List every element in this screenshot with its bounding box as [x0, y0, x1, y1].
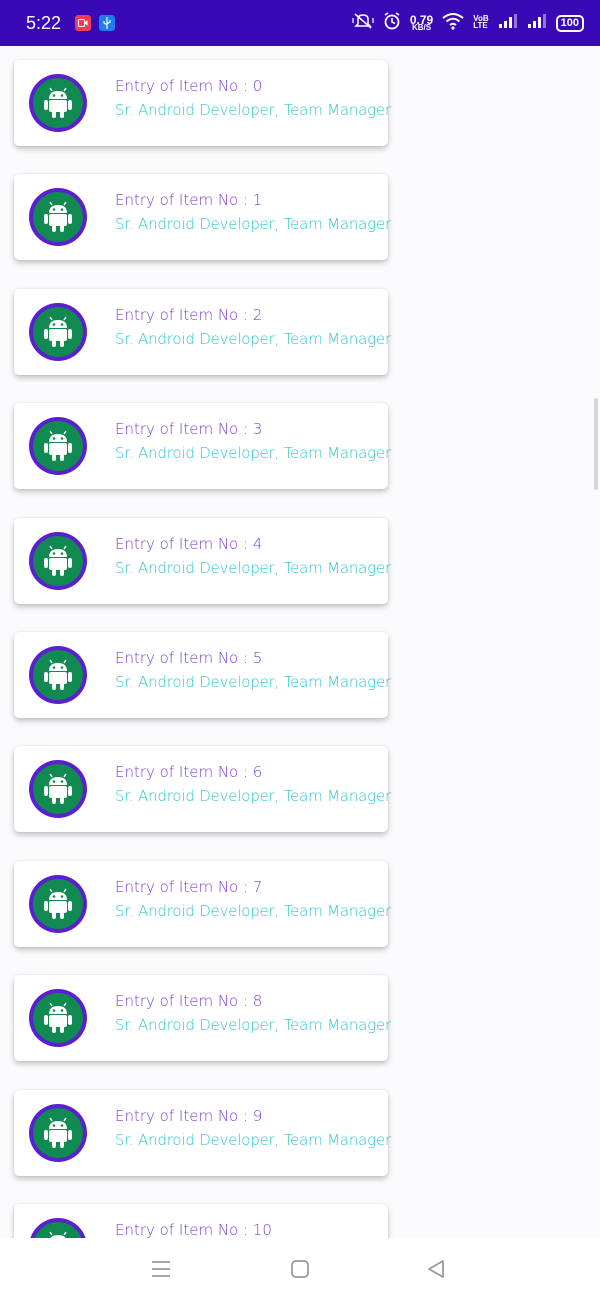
avatar [29, 531, 87, 590]
item-title: Entry of Item No : 0 [115, 77, 263, 95]
usb-icon [99, 15, 116, 31]
android-robot-icon [44, 1117, 72, 1148]
status-bar: 5:22 0.79 KB/S VoB LTE 100 [0, 0, 600, 46]
list-item-card-4[interactable]: Entry of Item No : 4 Sr. Android Develop… [14, 517, 391, 604]
back-triangle-icon [428, 1260, 444, 1278]
item-title: Entry of Item No : 5 [115, 649, 263, 667]
item-subtitle: Sr. Android Developer, Team Manager [115, 215, 391, 234]
signal-icon-sim2 [527, 13, 547, 33]
avatar [29, 302, 87, 361]
volte-bottom: LTE [473, 21, 488, 30]
android-robot-icon [44, 430, 72, 462]
list-item-card-7[interactable]: Entry of Item No : 7 Sr. Android Develop… [14, 860, 391, 947]
avatar [29, 74, 87, 132]
item-title: Entry of Item No : 1 [115, 191, 263, 210]
home-square-icon [291, 1260, 309, 1278]
android-robot-icon [44, 1002, 72, 1034]
item-subtitle: Sr. Android Developer, Team Manager [115, 1130, 391, 1149]
menu-icon [152, 1261, 170, 1277]
android-robot-icon [44, 202, 72, 233]
avatar [29, 989, 87, 1048]
list-item-card-6[interactable]: Entry of Item No : 6 Sr. Android Develop… [14, 746, 391, 833]
list-item-card-2[interactable]: Entry of Item No : 2 Sr. Android Develop… [14, 288, 391, 375]
android-robot-icon [44, 545, 72, 576]
signal-icon-sim1 [498, 13, 518, 33]
alarm-icon [383, 12, 401, 34]
list-item-card-1[interactable]: Entry of Item No : 1 Sr. Android Develop… [14, 174, 391, 261]
item-subtitle: Sr. Android Developer, Team Manager [115, 558, 391, 577]
home-button[interactable] [285, 1256, 315, 1282]
battery-indicator: 100 [555, 14, 584, 32]
list-item-card-5[interactable]: Entry of Item No : 5 Sr. Android Develop… [14, 632, 391, 718]
system-nav-bar [0, 1238, 600, 1300]
wifi-icon [442, 12, 464, 34]
item-subtitle: Sr. Android Developer, Team Manager [115, 901, 391, 920]
status-indicators: 0.79 KB/S VoB LTE 100 [352, 12, 584, 34]
android-robot-icon [44, 888, 72, 919]
item-list[interactable]: Entry of Item No : 0 Sr. Android Develop… [0, 46, 600, 1238]
network-speed: 0.79 KB/S [410, 13, 433, 32]
item-title: Entry of Item No : 10 [115, 1221, 272, 1238]
item-title: Entry of Item No : 9 [115, 1106, 263, 1125]
android-robot-icon [44, 659, 72, 690]
vibrate-mute-icon [352, 12, 374, 34]
avatar [29, 874, 87, 933]
item-subtitle: Sr. Android Developer, Team Manager [115, 787, 391, 806]
avatar [29, 646, 87, 704]
avatar [29, 1103, 87, 1162]
item-subtitle: Sr. Android Developer, Team Manager [115, 444, 391, 463]
list-item-card-0[interactable]: Entry of Item No : 0 Sr. Android Develop… [14, 60, 391, 146]
item-subtitle: Sr. Android Developer, Team Manager [115, 101, 391, 119]
back-button[interactable] [421, 1256, 451, 1282]
list-item-card-8[interactable]: Entry of Item No : 8 Sr. Android Develop… [14, 975, 391, 1062]
item-title: Entry of Item No : 2 [115, 305, 263, 324]
avatar [29, 760, 87, 819]
avatar [29, 417, 87, 476]
network-speed-unit: KB/S [411, 22, 432, 32]
list-item-card-10[interactable]: Entry of Item No : 10 [14, 1204, 388, 1238]
screen-record-icon [75, 15, 92, 31]
status-time: 5:22 [26, 12, 62, 33]
item-subtitle: Sr. Android Developer, Team Manager [115, 329, 391, 348]
item-title: Entry of Item No : 7 [115, 877, 263, 896]
item-title: Entry of Item No : 3 [115, 420, 263, 439]
avatar [29, 1218, 87, 1238]
android-robot-icon [44, 87, 72, 118]
android-robot-icon [44, 316, 72, 347]
item-title: Entry of Item No : 8 [115, 992, 263, 1011]
avatar [29, 188, 87, 247]
item-title: Entry of Item No : 4 [115, 534, 263, 553]
list-item-card-9[interactable]: Entry of Item No : 9 Sr. Android Develop… [14, 1089, 391, 1176]
scrollbar-thumb[interactable] [594, 398, 598, 490]
item-subtitle: Sr. Android Developer, Team Manager [115, 1016, 391, 1035]
item-subtitle: Sr. Android Developer, Team Manager [115, 673, 391, 691]
list-item-card-3[interactable]: Entry of Item No : 3 Sr. Android Develop… [14, 403, 391, 490]
android-robot-icon [44, 774, 72, 805]
recents-menu-button[interactable] [146, 1256, 176, 1282]
android-robot-icon [49, 1231, 67, 1238]
item-title: Entry of Item No : 6 [115, 763, 263, 782]
volte-indicator: VoB LTE [473, 15, 488, 30]
